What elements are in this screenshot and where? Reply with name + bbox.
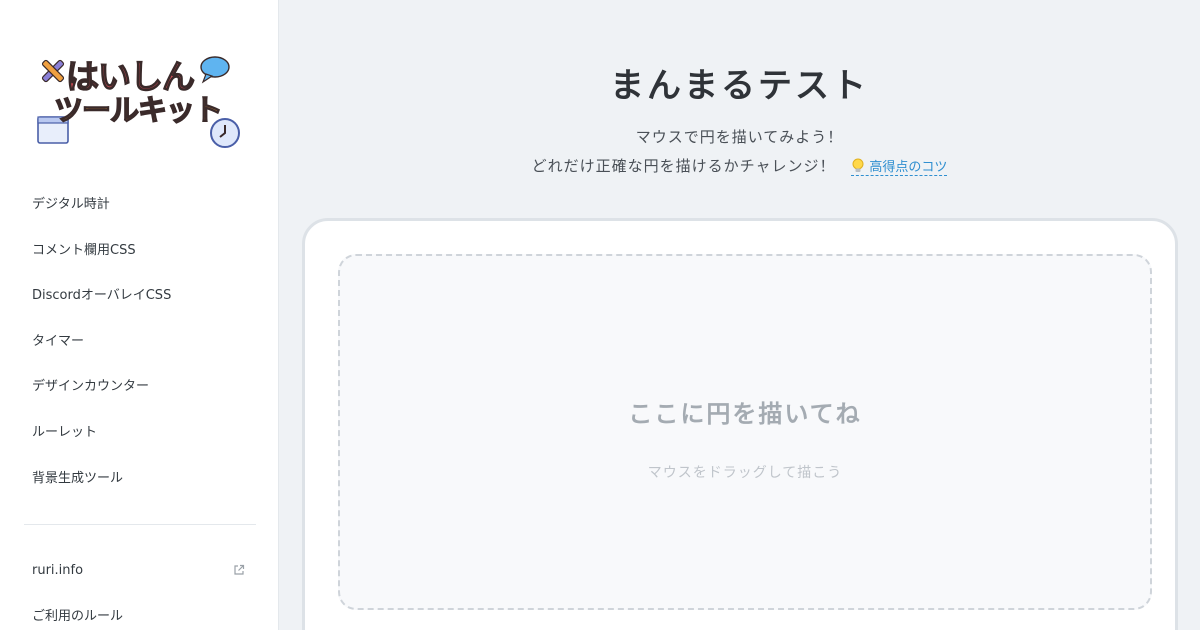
sidebar-external-links: ruri.info ご利用のルール bbox=[0, 548, 279, 630]
main-content: まんまるテスト マウスで円を描いてみよう！ どれだけ正確な円を描けるかチャレンジ… bbox=[279, 0, 1200, 630]
canvas-card: ここに円を描いてね マウスをドラッグして描こう bbox=[302, 218, 1178, 630]
lightbulb-icon bbox=[852, 158, 864, 172]
speech-bubble-icon bbox=[200, 56, 230, 84]
sidebar-item-usage-rules[interactable]: ご利用のルール bbox=[0, 594, 279, 630]
sidebar-item-comment-css[interactable]: コメント欄用CSS bbox=[0, 228, 279, 274]
drawing-canvas[interactable]: ここに円を描いてね マウスをドラッグして描こう bbox=[338, 254, 1152, 610]
sidebar-divider bbox=[24, 524, 256, 525]
tips-link[interactable]: 高得点のコツ bbox=[851, 158, 948, 176]
sidebar-item-discord-overlay-css[interactable]: DiscordオーバレイCSS bbox=[0, 273, 279, 319]
sidebar-item-label: ruri.info bbox=[32, 563, 84, 578]
tools-icon bbox=[41, 59, 65, 83]
sidebar-item-label: ご利用のルール bbox=[32, 609, 124, 624]
sidebar: はいしん ツールキット デジタル時計 コメント欄用CSS Discordオーバレ… bbox=[0, 0, 279, 630]
sidebar-item-timer[interactable]: タイマー bbox=[0, 319, 279, 365]
page-subtitle: マウスで円を描いてみよう！ bbox=[635, 128, 844, 146]
sidebar-item-design-counter[interactable]: デザインカウンター bbox=[0, 364, 279, 410]
canvas-hint: マウスをドラッグして描こう bbox=[647, 465, 843, 481]
tips-label: 高得点のコツ bbox=[869, 160, 948, 175]
sidebar-item-digital-clock[interactable]: デジタル時計 bbox=[0, 182, 279, 228]
sidebar-item-roulette[interactable]: ルーレット bbox=[0, 410, 279, 456]
page-subtitle-line2: どれだけ正確な円を描けるかチャレンジ！ 高得点のコツ bbox=[279, 155, 1200, 176]
external-link-icon bbox=[234, 564, 245, 575]
logo-line1: はいしん bbox=[65, 57, 195, 96]
logo-line2: ツールキット bbox=[53, 93, 223, 127]
page-title: まんまるテスト bbox=[610, 66, 869, 106]
app: はいしん ツールキット デジタル時計 コメント欄用CSS Discordオーバレ… bbox=[0, 0, 1200, 630]
sidebar-item-ruri-info[interactable]: ruri.info bbox=[0, 548, 279, 594]
site-logo[interactable]: はいしん ツールキット bbox=[36, 52, 242, 152]
sidebar-nav: デジタル時計 コメント欄用CSS DiscordオーバレイCSS タイマー デザ… bbox=[0, 182, 279, 501]
challenge-text: どれだけ正確な円を描けるかチャレンジ！ bbox=[531, 157, 836, 175]
canvas-prompt: ここに円を描いてね bbox=[628, 400, 862, 428]
sidebar-item-background-generator[interactable]: 背景生成ツール bbox=[0, 456, 279, 502]
